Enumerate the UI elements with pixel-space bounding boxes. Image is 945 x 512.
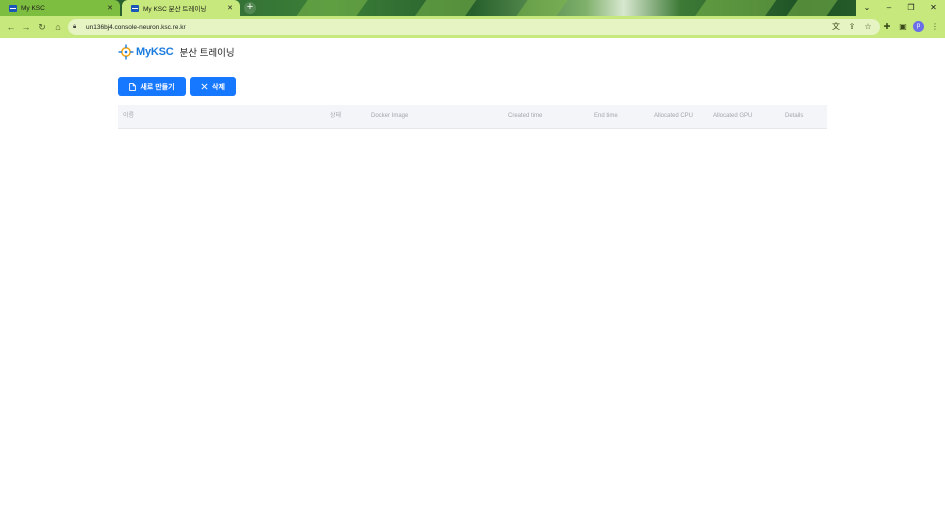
logo-text[interactable]: MyKSC xyxy=(136,46,174,58)
share-icon[interactable]: ⇪ xyxy=(845,20,859,34)
browser-toolbar: ← → ↻ ⌂ 🔒︎ un136bj4.console-neuron.ksc.r… xyxy=(0,16,945,38)
tab-title: My KSC 분산 트레이닝 xyxy=(143,6,207,13)
side-panel-icon[interactable]: ▣ xyxy=(896,20,910,34)
app-header: MyKSC 분산 트레이닝 xyxy=(118,43,235,61)
column-header-status[interactable]: 상태 xyxy=(330,105,341,128)
profile-avatar[interactable]: p xyxy=(913,21,924,32)
column-header-details[interactable]: Details xyxy=(785,105,803,128)
close-icon xyxy=(201,83,208,90)
column-header-docker-image[interactable]: Docker Image xyxy=(371,105,408,128)
myksc-logo-icon xyxy=(118,44,134,60)
browser-tab-strip: My KSC ✕ My KSC 분산 트레이닝 ✕ + ⌄ – ❐ ✕ xyxy=(0,0,945,16)
forward-arrow-icon[interactable]: → xyxy=(19,20,33,34)
ksc-favicon-icon xyxy=(131,4,139,12)
close-icon[interactable]: ✕ xyxy=(106,4,114,12)
tab-search-icon[interactable]: ⌄ xyxy=(856,0,878,16)
home-icon[interactable]: ⌂ xyxy=(51,20,65,34)
column-header-end-time[interactable]: End time xyxy=(594,105,618,128)
column-header-allocated-gpu[interactable]: Allocated GPU xyxy=(713,105,752,128)
browser-tab-my-ksc[interactable]: My KSC ✕ xyxy=(0,0,120,16)
delete-button-label: 삭제 xyxy=(212,83,225,91)
minimize-button[interactable]: – xyxy=(878,0,900,16)
lock-icon: 🔒︎ xyxy=(73,23,77,30)
menu-kebab-icon[interactable]: ⋮ xyxy=(928,20,942,34)
close-icon[interactable]: ✕ xyxy=(226,4,234,12)
column-header-allocated-cpu[interactable]: Allocated CPU xyxy=(654,105,693,128)
page-title: 분산 트레이닝 xyxy=(179,48,235,59)
column-header-created-time[interactable]: Created time xyxy=(508,105,542,128)
url-text: un136bj4.console-neuron.ksc.re.kr xyxy=(86,23,186,31)
browser-tab-distributed-training[interactable]: My KSC 분산 트레이닝 ✕ xyxy=(122,0,240,16)
extensions-puzzle-icon[interactable]: ✚ xyxy=(880,20,894,34)
new-tab-button[interactable]: + xyxy=(244,2,256,14)
create-button-label: 새로 만들기 xyxy=(140,83,175,91)
close-window-button[interactable]: ✕ xyxy=(922,0,945,16)
tab-title: My KSC xyxy=(21,4,45,12)
ksc-favicon-icon xyxy=(9,4,17,12)
reload-icon[interactable]: ↻ xyxy=(35,20,49,34)
training-jobs-table-header: 이름 상태 Docker Image Created time End time… xyxy=(118,105,827,129)
address-bar[interactable]: 🔒︎ un136bj4.console-neuron.ksc.re.kr xyxy=(68,19,880,35)
file-icon xyxy=(129,82,137,91)
delete-button[interactable]: 삭제 xyxy=(190,77,236,96)
bookmark-star-icon[interactable]: ☆ xyxy=(861,20,875,34)
create-new-button[interactable]: 새로 만들기 xyxy=(118,77,186,96)
restore-button[interactable]: ❐ xyxy=(900,0,922,16)
back-arrow-icon[interactable]: ← xyxy=(4,20,18,34)
column-header-name[interactable]: 이름 xyxy=(123,105,134,128)
translate-icon[interactable]: 文 xyxy=(829,20,843,34)
